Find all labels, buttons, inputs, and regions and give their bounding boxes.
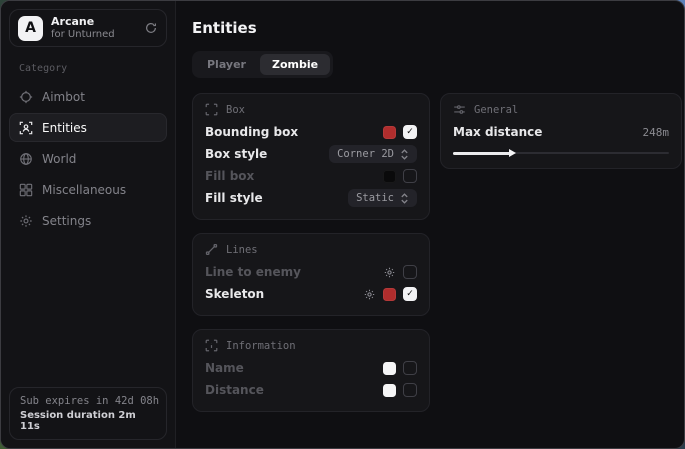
subscription-card: Sub expires in 42d 08h Session duration … [9, 387, 167, 440]
setting-row-bounding-box: Bounding box ✓ [205, 121, 417, 143]
box-card: Box Bounding box ✓ Box style Corn [192, 93, 430, 220]
tab-zombie[interactable]: Zombie [260, 54, 330, 75]
max-distance-slider[interactable] [453, 148, 669, 158]
app-name: Arcane [51, 16, 115, 29]
lines-card: Lines Line to enemy [192, 233, 430, 316]
setting-row-line-to-enemy: Line to enemy [205, 261, 417, 283]
color-swatch[interactable] [383, 288, 396, 301]
setting-row-max-distance: Max distance 248m [453, 121, 669, 143]
fill-style-dropdown[interactable]: Static [348, 189, 417, 207]
sidebar: A Arcane for Unturned Category Aimbot [1, 1, 176, 448]
tab-player[interactable]: Player [195, 54, 258, 75]
information-icon [205, 339, 218, 352]
diagonal-line-icon [205, 243, 218, 256]
checkbox-skeleton[interactable]: ✓ [403, 287, 417, 301]
row-settings-gear-icon[interactable] [383, 266, 396, 279]
refresh-icon[interactable] [144, 21, 158, 35]
checkbox-name[interactable] [403, 361, 417, 375]
globe-icon [19, 152, 33, 166]
sidebar-item-label: Aimbot [42, 90, 85, 104]
card-title: Box [226, 104, 245, 116]
sidebar-item-label: World [42, 152, 76, 166]
box-corners-icon [205, 103, 218, 116]
entities-icon [19, 121, 33, 135]
sidebar-item-label: Settings [42, 214, 91, 228]
main-panel: Entities Player Zombie Box [176, 1, 685, 448]
box-style-dropdown[interactable]: Corner 2D [329, 145, 417, 163]
crosshair-icon [19, 90, 33, 104]
app-logo: A [18, 16, 43, 41]
checkbox-line-to-enemy[interactable] [403, 265, 417, 279]
session-duration-text: Session duration 2m 11s [20, 410, 156, 432]
setting-row-fill-box: Fill box [205, 165, 417, 187]
setting-row-box-style: Box style Corner 2D [205, 143, 417, 165]
sidebar-item-label: Miscellaneous [42, 183, 126, 197]
setting-row-name: Name [205, 357, 417, 379]
sliders-icon [453, 103, 466, 116]
sidebar-item-miscellaneous[interactable]: Miscellaneous [9, 175, 167, 204]
card-title: Lines [226, 244, 258, 256]
app-window: A Arcane for Unturned Category Aimbot [0, 0, 685, 449]
entity-tabs: Player Zombie [192, 51, 333, 78]
gear-icon [19, 214, 33, 228]
max-distance-value: 248m [643, 126, 670, 139]
slider-thumb[interactable] [509, 149, 516, 157]
card-title: General [474, 104, 518, 116]
sidebar-item-aimbot[interactable]: Aimbot [9, 82, 167, 111]
color-swatch[interactable] [383, 384, 396, 397]
setting-row-skeleton: Skeleton ✓ [205, 283, 417, 305]
checkbox-fill-box[interactable] [403, 169, 417, 183]
card-title: Information [226, 340, 296, 352]
grid-icon [19, 183, 33, 197]
color-swatch[interactable] [383, 126, 396, 139]
sidebar-item-settings[interactable]: Settings [9, 206, 167, 235]
brand-card: A Arcane for Unturned [9, 9, 167, 47]
color-swatch[interactable] [383, 362, 396, 375]
sidebar-item-world[interactable]: World [9, 144, 167, 173]
color-swatch[interactable] [383, 170, 396, 183]
app-subtitle: for Unturned [51, 29, 115, 41]
information-card: Information Name Distance [192, 329, 430, 412]
setting-row-fill-style: Fill style Static [205, 187, 417, 209]
category-label: Category [19, 63, 157, 74]
row-settings-gear-icon[interactable] [363, 288, 376, 301]
chevron-updown-icon [400, 193, 409, 204]
general-card: General Max distance 248m [440, 93, 682, 169]
setting-row-distance: Distance [205, 379, 417, 401]
checkbox-distance[interactable] [403, 383, 417, 397]
sub-expires-text: Sub expires in 42d 08h [20, 395, 156, 407]
page-title: Entities [192, 19, 682, 37]
sidebar-item-label: Entities [42, 121, 87, 135]
checkbox-bounding-box[interactable]: ✓ [403, 125, 417, 139]
sidebar-nav: Aimbot Entities World [9, 82, 167, 235]
sidebar-item-entities[interactable]: Entities [9, 113, 167, 142]
chevron-updown-icon [400, 149, 409, 160]
